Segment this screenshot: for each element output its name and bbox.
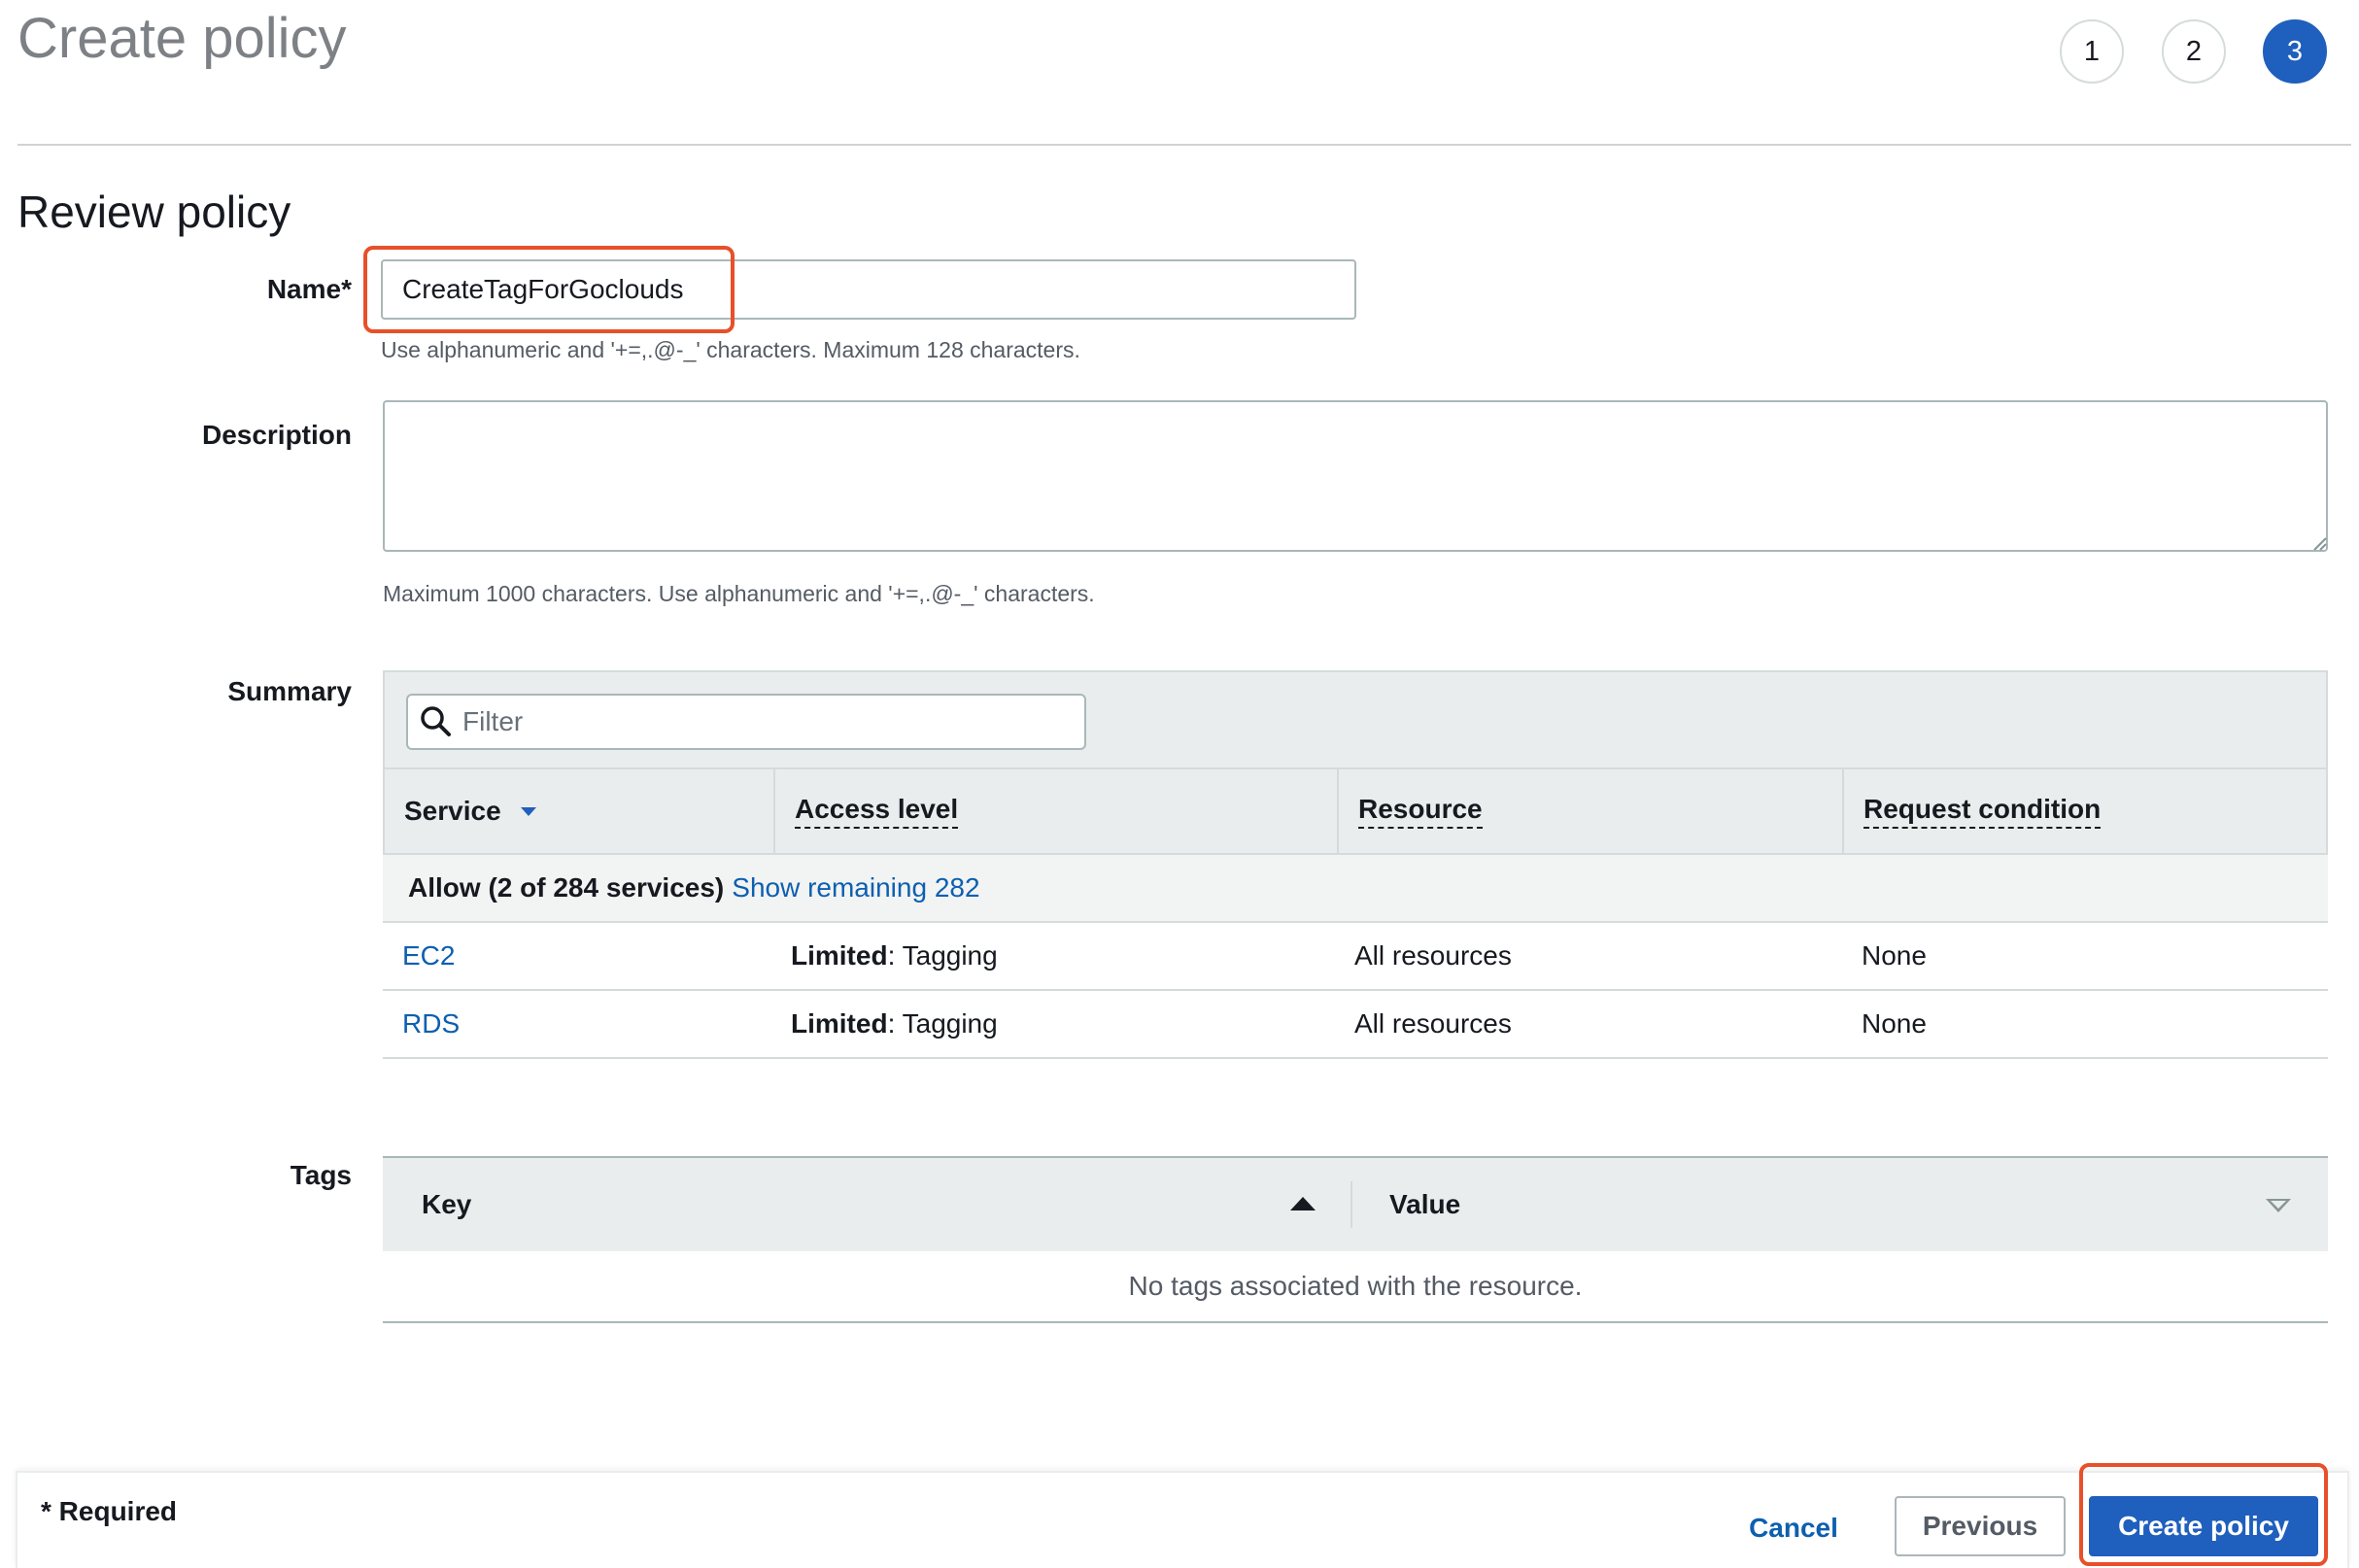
allow-group-row: Allow (2 of 284 services) Show remaining… (383, 855, 2328, 923)
previous-button[interactable]: Previous (1895, 1496, 2066, 1556)
resource-value: All resources (1354, 1008, 1512, 1039)
page-title: Create policy (17, 7, 347, 70)
cancel-button[interactable]: Cancel (1735, 1498, 1852, 1558)
column-access-level-label: Access level (795, 794, 959, 829)
caret-down-icon (520, 807, 536, 816)
column-resource-label: Resource (1358, 794, 1483, 829)
allow-group-text: Allow (2 of 284 services) (408, 872, 725, 903)
column-request-condition[interactable]: Request condition (1842, 769, 2326, 853)
description-label: Description (201, 420, 352, 450)
access-level-text: : Tagging (887, 940, 998, 971)
condition-value: None (1862, 940, 1927, 971)
name-highlight-box (363, 246, 735, 333)
access-level-text: : Tagging (887, 1008, 998, 1039)
step-1[interactable]: 1 (2060, 19, 2124, 84)
tags-table: Key Value No tags associated with the re… (383, 1156, 2328, 1335)
tags-header-row: Key Value (383, 1156, 2328, 1251)
summary-label: Summary (227, 676, 352, 706)
show-remaining-link[interactable]: Show remaining 282 (732, 872, 979, 903)
column-divider (1350, 1181, 1352, 1228)
summary-toolbar (383, 670, 2328, 769)
summary-table: Service Access level Resource Request co… (383, 670, 2328, 1059)
access-level-bold: Limited (791, 940, 888, 971)
column-request-condition-label: Request condition (1863, 794, 2102, 829)
description-wrapper (383, 400, 2328, 552)
column-service[interactable]: Service (385, 769, 773, 853)
tags-empty-message: No tags associated with the resource. (383, 1251, 2328, 1323)
search-icon (421, 706, 451, 736)
summary-header-row: Service Access level Resource Request co… (383, 769, 2328, 855)
resize-grip-icon[interactable] (2308, 532, 2328, 552)
header-divider (17, 144, 2351, 146)
column-resource[interactable]: Resource (1337, 769, 1842, 853)
description-hint: Maximum 1000 characters. Use alphanumeri… (383, 581, 1095, 606)
service-link-rds[interactable]: RDS (402, 1008, 460, 1040)
create-highlight-box (2079, 1463, 2328, 1566)
section-title: Review policy (17, 187, 291, 237)
table-row: EC2 Limited: Tagging All resources None (383, 923, 2328, 991)
filter-box[interactable] (406, 694, 1086, 750)
column-value[interactable]: Value (1389, 1158, 1460, 1251)
column-key[interactable]: Key (422, 1158, 471, 1251)
tags-label: Tags (290, 1160, 352, 1190)
description-textarea[interactable] (383, 400, 2328, 552)
required-note: * Required (41, 1496, 178, 1526)
condition-value: None (1862, 1008, 1927, 1039)
step-3[interactable]: 3 (2263, 19, 2327, 84)
step-2[interactable]: 2 (2162, 19, 2226, 84)
caret-up-icon[interactable] (1288, 1195, 1317, 1212)
table-row: RDS Limited: Tagging All resources None (383, 991, 2328, 1059)
name-label: Name* (266, 274, 352, 304)
resource-value: All resources (1354, 940, 1512, 971)
name-hint: Use alphanumeric and '+=,.@-_' character… (381, 337, 1080, 362)
service-link-ec2[interactable]: EC2 (402, 940, 455, 971)
column-service-label: Service (404, 796, 501, 826)
access-level-bold: Limited (791, 1008, 888, 1039)
filter-input[interactable] (461, 705, 1067, 738)
chevron-down-icon[interactable] (2264, 1197, 2293, 1214)
column-access-level[interactable]: Access level (773, 769, 1337, 853)
